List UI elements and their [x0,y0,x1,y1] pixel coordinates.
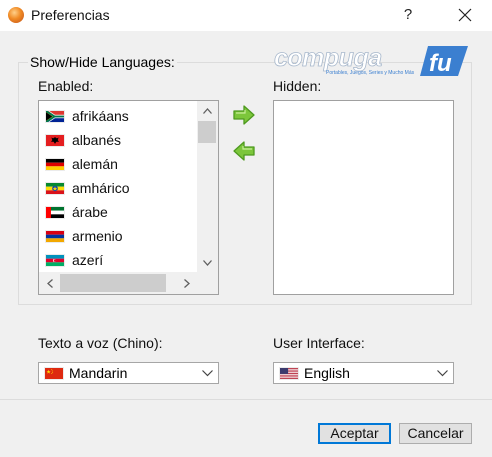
green-left-arrow-icon [233,141,255,161]
chevron-down-icon [202,370,213,377]
scroll-right-icon[interactable] [176,274,197,293]
help-button[interactable]: ? [396,4,420,26]
ethiopia-flag-icon [45,181,65,195]
hidden-listbox[interactable] [273,100,454,295]
horizontal-scroll-thumb[interactable] [60,274,166,292]
scrollbar-corner [197,272,218,294]
svg-text:Portables, Juegos, Series y Mu: Portables, Juegos, Series y Mucho Más [326,70,415,76]
vertical-scroll-thumb[interactable] [198,121,216,143]
svg-text:fu: fu [429,50,452,77]
vertical-scrollbar[interactable] [197,101,218,272]
move-to-enabled-button[interactable] [231,139,257,163]
ui-language-select[interactable]: English [273,362,454,384]
list-item-afrikaans[interactable]: afrikáans [39,104,197,128]
albania-flag-icon [45,133,65,147]
tts-label: Texto a voz (Chino): [38,335,163,351]
tts-voice-select[interactable]: Mandarin [38,362,219,384]
scroll-left-icon[interactable] [39,274,60,293]
app-icon [8,7,24,23]
scroll-up-icon[interactable] [197,101,218,120]
list-item-label: albanés [72,132,122,148]
south-africa-flag-icon [45,109,65,123]
uae-flag-icon [45,205,65,219]
list-item-arabe[interactable]: árabe [39,200,197,224]
usa-flag-icon [279,366,299,380]
window-title: Preferencias [31,7,110,23]
close-button[interactable] [450,3,480,27]
list-item-label: amhárico [72,180,130,196]
germany-flag-icon [45,157,65,171]
horizontal-scrollbar[interactable] [39,272,197,294]
armenia-flag-icon [45,229,65,243]
close-icon [458,8,472,22]
move-to-hidden-button[interactable] [231,103,257,127]
list-item-armenio[interactable]: armenio [39,224,197,248]
list-item-azeri[interactable]: azerí [39,248,197,272]
list-item-label: armenio [72,228,123,244]
list-item-label: alemán [72,156,118,172]
group-legend: Show/Hide Languages: [28,54,177,70]
hidden-label: Hidden: [273,78,322,94]
ok-button[interactable]: Aceptar [318,423,391,444]
list-item-label: azerí [72,252,104,268]
footer-separator [0,399,492,400]
list-item-amharico[interactable]: amhárico [39,176,197,200]
list-item-label: árabe [72,204,108,220]
svg-text:compuga: compuga [274,44,382,72]
list-item-albanes[interactable]: albanés [39,128,197,152]
ui-language-value: English [304,365,350,381]
enabled-label: Enabled: [38,78,94,94]
scroll-down-icon[interactable] [197,253,218,272]
chevron-down-icon [437,370,448,377]
list-item-label: afrikáans [72,108,129,124]
ui-language-label: User Interface: [273,335,365,351]
green-right-arrow-icon [233,105,255,125]
enabled-listbox[interactable]: afrikáans albanés alemán amhárico árabe … [38,100,219,295]
china-flag-icon [44,366,64,380]
tts-voice-value: Mandarin [69,365,128,381]
cancel-button[interactable]: Cancelar [399,423,472,444]
title-bar: Preferencias ? [0,0,492,31]
azerbaijan-flag-icon [45,253,65,267]
list-item-aleman[interactable]: alemán [39,152,197,176]
